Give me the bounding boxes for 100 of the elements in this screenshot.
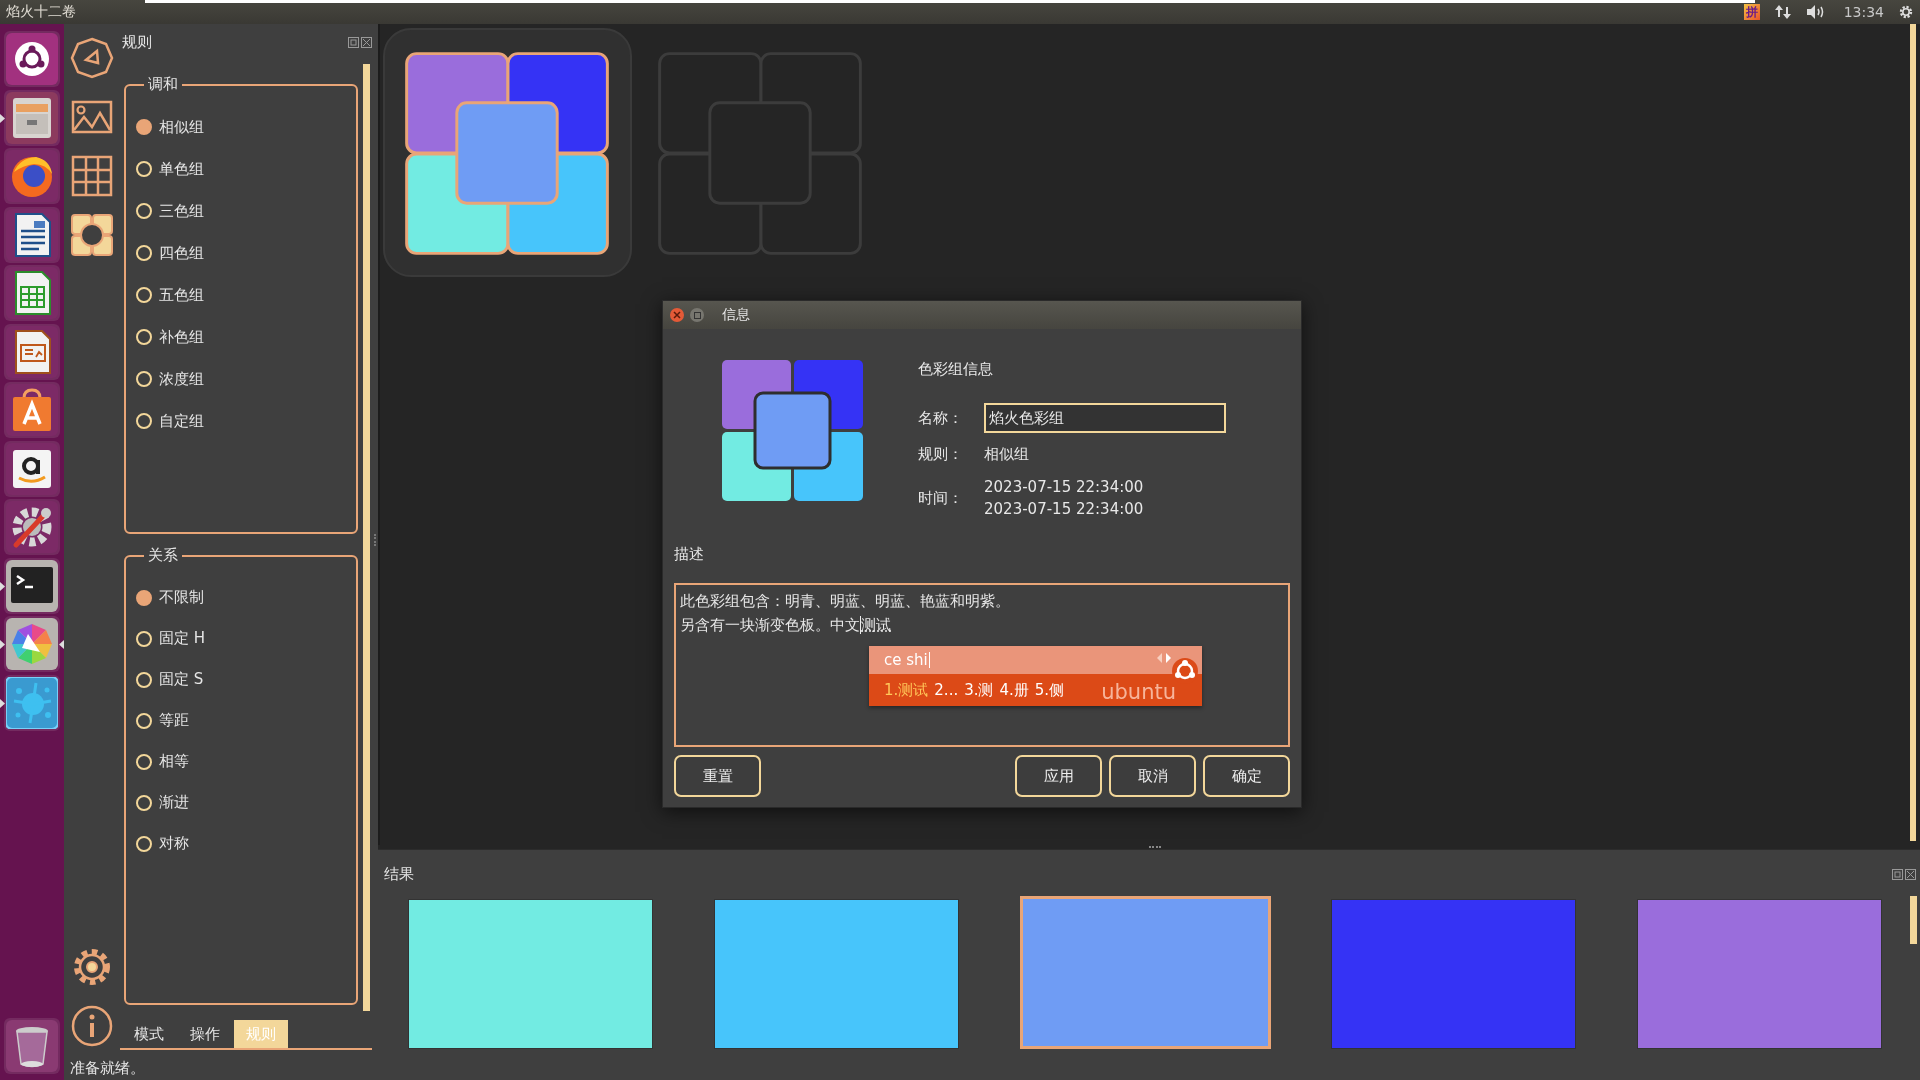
radio-option[interactable]: 三色组 [136, 190, 356, 233]
color-swatch[interactable] [408, 899, 653, 1050]
candidate-item[interactable]: 4.册 [999, 678, 1029, 702]
launcher-button[interactable] [4, 1018, 60, 1074]
radio-button[interactable] [136, 413, 152, 430]
shopping-bag-icon [6, 384, 58, 437]
radio-option[interactable]: 对称 [136, 823, 356, 865]
radio-option[interactable]: 五色组 [136, 274, 356, 317]
maximize-button[interactable] [690, 308, 704, 322]
field-label: 描述 [674, 545, 705, 564]
scrollbar[interactable] [363, 64, 370, 1012]
radio-option[interactable]: 单色组 [136, 148, 356, 191]
scrollbar[interactable] [1910, 896, 1917, 945]
radio-option[interactable]: 补色组 [136, 316, 356, 359]
group-title: 调和 [147, 75, 179, 95]
tab[interactable]: 模式 [122, 1020, 176, 1050]
radio-button[interactable] [136, 712, 152, 729]
gear-icon[interactable] [1898, 4, 1914, 20]
float-icon[interactable] [1892, 868, 1903, 880]
candidate-item[interactable]: 2... [934, 678, 959, 702]
color-swatch[interactable] [1019, 896, 1271, 1050]
radio-button[interactable] [136, 329, 152, 346]
launcher-button[interactable] [4, 382, 60, 439]
drawer-icon [6, 91, 58, 144]
launcher-button[interactable] [4, 265, 60, 322]
radio-button[interactable] [136, 671, 152, 688]
time-value: 2023-07-15 22:34:00 [984, 499, 1145, 520]
globe-icon [6, 150, 58, 203]
launcher-button[interactable] [4, 31, 60, 88]
radio-button[interactable] [136, 630, 152, 647]
option-label: 三色组 [159, 201, 204, 221]
ok-button[interactable]: 确定 [1203, 755, 1290, 797]
option-label: 自定组 [159, 411, 204, 431]
radio-option[interactable]: 相似组 [136, 106, 356, 149]
radio-button[interactable] [136, 371, 152, 388]
color-swatch[interactable] [1637, 899, 1882, 1050]
apply-button[interactable]: 应用 [1015, 755, 1102, 797]
field-label: 名称： [918, 408, 964, 428]
radio-option[interactable]: 自定组 [136, 400, 356, 443]
color-swatch[interactable] [1331, 899, 1577, 1050]
radio-button[interactable] [136, 589, 152, 606]
launcher-button[interactable] [4, 616, 60, 673]
launcher-button[interactable] [4, 89, 60, 146]
option-label: 不限制 [159, 588, 204, 608]
radio-button[interactable] [136, 794, 152, 811]
radio-option[interactable]: 四色组 [136, 232, 356, 275]
palette-card[interactable] [383, 28, 632, 277]
radio-option[interactable]: 固定 H [136, 618, 356, 660]
option-label: 相似组 [159, 117, 204, 137]
info-icon[interactable] [70, 1004, 114, 1048]
launcher-button[interactable] [4, 206, 60, 263]
gear-wrench-icon [6, 501, 58, 554]
radio-button[interactable] [136, 835, 152, 852]
radio-button[interactable] [136, 287, 152, 304]
radio-option[interactable]: 浓度组 [136, 358, 356, 401]
candidate-item[interactable]: 5.侧 [1034, 678, 1065, 702]
tab[interactable]: 操作 [178, 1020, 232, 1050]
spreadsheet-icon [6, 267, 58, 320]
description-field[interactable]: 此色彩组包含：明青、明蓝、明蓝、艳蓝和明紫。 另含有一块渐变色板。中文测试 ce shi 1.测试 2... 3.测 4.册 5.侧 ubuntu [674, 583, 1290, 747]
reset-button[interactable]: 重置 [674, 755, 761, 797]
launcher-button[interactable] [4, 674, 60, 731]
triangle-icon[interactable] [70, 36, 114, 80]
launcher-button[interactable] [4, 323, 60, 380]
launcher-button[interactable] [4, 557, 60, 614]
volume-icon[interactable] [1805, 4, 1826, 20]
option-label: 等距 [159, 711, 189, 731]
radio-button[interactable] [136, 753, 152, 770]
candidate-item[interactable]: 3.测 [964, 678, 994, 702]
scrollbar[interactable] [1910, 24, 1916, 842]
launcher-button[interactable] [4, 499, 60, 556]
name-field[interactable]: 焰火色彩组 [984, 403, 1226, 433]
cancel-button[interactable]: 取消 [1109, 755, 1196, 797]
close-icon[interactable] [1905, 868, 1916, 880]
splash-icon [6, 676, 58, 729]
launcher-button[interactable] [4, 148, 60, 205]
radio-button[interactable] [136, 245, 152, 262]
radio-button[interactable] [136, 119, 152, 136]
radio-option[interactable]: 等距 [136, 700, 356, 742]
close-button[interactable] [670, 308, 684, 322]
clock[interactable]: 13:34 [1843, 4, 1884, 20]
color-swatch[interactable] [713, 899, 959, 1050]
float-icon[interactable] [348, 37, 359, 49]
close-icon[interactable] [361, 37, 372, 49]
color-wheel-icon [6, 618, 58, 671]
option-label: 浓度组 [159, 369, 204, 389]
radio-option[interactable]: 渐进 [136, 782, 356, 824]
four-squares-ring-icon[interactable] [70, 213, 114, 257]
color-square[interactable] [455, 101, 559, 205]
radio-option[interactable]: 不限制 [136, 577, 356, 619]
maximize-icon [693, 311, 701, 319]
network-icon[interactable] [1773, 4, 1792, 20]
terminal-icon [6, 559, 58, 612]
radio-option[interactable]: 固定 S [136, 659, 356, 701]
radio-button[interactable] [136, 203, 152, 220]
launcher-button[interactable] [4, 440, 60, 497]
radio-button[interactable] [136, 161, 152, 178]
grid-icon[interactable] [70, 154, 114, 198]
input-method-indicator[interactable]: 拼 [1743, 4, 1760, 20]
radio-option[interactable]: 相等 [136, 741, 356, 783]
option-label: 单色组 [159, 159, 204, 179]
